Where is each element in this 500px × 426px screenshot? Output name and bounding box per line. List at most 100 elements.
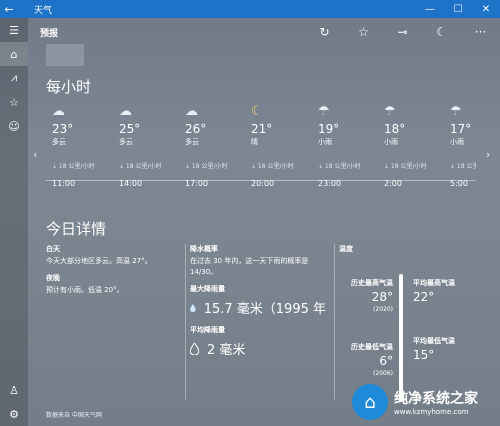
hour-temp: 21° xyxy=(251,122,273,136)
settings-icon[interactable]: ⚙ xyxy=(0,402,28,426)
scroll-left-icon[interactable]: ‹ xyxy=(33,148,37,161)
hour-item[interactable]: ☁ 26° 多云 ⇣ 18 公里/小时 17:00 xyxy=(185,104,245,188)
avg-low: 平均最低气温 15° xyxy=(413,336,455,362)
title-bar: ← 天气 — ☐ ✕ xyxy=(0,0,500,18)
avg-high: 平均最高气温 22° xyxy=(413,278,455,304)
day-label: 白天 xyxy=(46,245,60,253)
hist-low-label: 历史最低气温 xyxy=(351,343,393,351)
hour-condition: 晴 xyxy=(251,138,258,146)
home-icon[interactable]: ⌂ xyxy=(0,42,28,66)
watermark-name: 纯净系统之家 xyxy=(394,391,478,407)
raindrop-icon xyxy=(190,342,199,355)
hour-item[interactable]: ☾ 21° 晴 ⇣ 18 公里/小时 20:00 xyxy=(251,104,311,188)
temp-label: 温度 xyxy=(339,245,353,253)
hour-wind: ⇣ 18 公里/小时 xyxy=(185,163,228,170)
hour-temp: 25° xyxy=(119,122,141,136)
data-source: 数据来自 中国天气网 xyxy=(46,412,102,419)
avg-low-label: 平均最低气温 xyxy=(413,337,455,345)
temperature-column: 温度 历史最高气温 28° (2020) 平均最高气温 22° 历史最低气温 6… xyxy=(334,244,471,402)
precipitation-column: 降水概率 在过去 30 年内，这一天下雨的概率是 14/30。 最大降雨量 15… xyxy=(185,244,326,400)
precip-text: 在过去 30 年内，这一天下雨的概率是 14/30。 xyxy=(190,257,309,276)
hist-low-year: (2006) xyxy=(373,370,393,377)
hist-high: 历史最高气温 28° (2020) xyxy=(339,278,393,313)
avg-rain-label: 平均降雨量 xyxy=(190,326,225,334)
app-title: 天气 xyxy=(34,5,53,16)
hour-condition: 多云 xyxy=(119,138,133,146)
hour-temp: 26° xyxy=(185,122,207,136)
hour-temp: 23° xyxy=(52,122,74,136)
refresh-icon[interactable]: ↻ xyxy=(305,25,344,39)
favorite-icon[interactable]: ☆ xyxy=(344,25,383,39)
dark-mode-icon[interactable]: ☾ xyxy=(422,25,461,39)
hour-wind: ⇣ 18 公里/小时 xyxy=(450,163,476,170)
hist-low: 历史最低气温 6° (2006) xyxy=(339,342,393,377)
day-night-column: 白天 今天大部分地区多云。高温 27°。 夜晚 预计有小雨。低温 20°。 xyxy=(46,244,178,400)
hist-low-value: 6° xyxy=(379,354,393,368)
window-controls: — ☐ ✕ xyxy=(416,4,500,15)
maximize-button[interactable]: ☐ xyxy=(444,4,472,15)
hourly-divider xyxy=(46,180,476,181)
precip-label: 降水概率 xyxy=(190,245,218,253)
watermark-url: www.kzmyhome.com xyxy=(394,408,469,416)
hour-item[interactable]: ☁ 25° 多云 ⇣ 18 公里/小时 14:00 xyxy=(119,104,179,188)
hour-wind: ⇣ 18 公里/小时 xyxy=(318,163,361,170)
watermark-logo-icon: ⌂ xyxy=(352,384,388,420)
avg-rain: 2 毫米 xyxy=(190,339,326,358)
weather-icon: ☂ xyxy=(450,104,462,119)
hour-temp: 19° xyxy=(318,122,340,136)
hour-temp: 17° xyxy=(450,122,472,136)
account-icon[interactable]: ♙ xyxy=(0,378,28,402)
hour-wind: ⇣ 18 公里/小时 xyxy=(119,163,162,170)
watermark: ⌂ 纯净系统之家 www.kzmyhome.com xyxy=(352,380,498,424)
hist-high-value: 28° xyxy=(371,290,393,304)
day-text: 今天大部分地区多云。高温 27°。 xyxy=(46,257,152,265)
hour-item[interactable]: ☁ 23° 多云 ⇣ 18 公里/小时 11:00 xyxy=(52,104,112,188)
night-label: 夜晚 xyxy=(46,274,60,282)
favorites-icon[interactable]: ☆ xyxy=(0,90,28,114)
weather-icon: ☁ xyxy=(185,104,198,119)
hour-condition: 小雨 xyxy=(450,138,464,146)
hist-high-year: (2020) xyxy=(373,306,393,313)
hour-temp: 18° xyxy=(384,122,406,136)
hour-item[interactable]: ☂ 19° 小雨 ⇣ 18 公里/小时 23:00 xyxy=(318,104,378,188)
watermark-text: 纯净系统之家 www.kzmyhome.com xyxy=(388,388,478,416)
night-text: 预计有小雨。低温 20°。 xyxy=(46,286,124,294)
weather-icon: ☂ xyxy=(318,104,330,119)
forecast-card-stub xyxy=(46,44,84,66)
hour-wind: ⇣ 18 公里/小时 xyxy=(251,163,294,170)
avg-high-label: 平均最高气温 xyxy=(413,279,455,287)
avg-rain-value: 2 毫米 xyxy=(207,343,246,358)
sidebar: ☰ ⌂ ⩘ ☆ ☺ ♙ ⚙ xyxy=(0,18,28,426)
max-rain-value: 15.7 毫米（1995 年 xyxy=(203,302,326,317)
minimize-button[interactable]: — xyxy=(416,4,444,15)
avg-high-value: 22° xyxy=(413,290,435,304)
toolbar-actions: ↻ ☆ ⊸ ☾ ··· xyxy=(305,25,500,39)
hour-condition: 多云 xyxy=(52,138,66,146)
scroll-right-icon[interactable]: › xyxy=(486,148,490,161)
hour-condition: 小雨 xyxy=(318,138,332,146)
close-button[interactable]: ✕ xyxy=(472,4,500,15)
max-rain: 15.7 毫米（1995 年 xyxy=(190,298,326,317)
max-rain-label: 最大降雨量 xyxy=(190,285,225,293)
back-icon[interactable]: ← xyxy=(0,3,18,16)
news-icon[interactable]: ☺ xyxy=(0,114,28,138)
today-heading: 今日详情 xyxy=(46,220,107,238)
weather-icon: ☂ xyxy=(384,104,396,119)
hour-item[interactable]: ☂ 18° 小雨 ⇣ 18 公里/小时 2:00 xyxy=(384,104,444,188)
hour-condition: 小雨 xyxy=(384,138,398,146)
weather-icon: ☁ xyxy=(119,104,132,119)
hourly-list: ☁ 23° 多云 ⇣ 18 公里/小时 11:00 ☁ 25° 多云 ⇣ 18 … xyxy=(46,104,476,198)
raindrop-icon xyxy=(190,303,196,312)
hour-item[interactable]: ☂ 17° 小雨 ⇣ 18 公里/小时 5:00 xyxy=(450,104,476,188)
hour-wind: ⇣ 18 公里/小时 xyxy=(384,163,427,170)
weather-icon: ☁ xyxy=(52,104,65,119)
hist-high-label: 历史最高气温 xyxy=(351,279,393,287)
page-title: 预报 xyxy=(40,28,59,39)
maps-icon[interactable]: ⩘ xyxy=(0,66,28,90)
pin-icon[interactable]: ⊸ xyxy=(383,25,422,39)
menu-icon[interactable]: ☰ xyxy=(0,18,28,42)
hourly-heading: 每小时 xyxy=(46,78,92,96)
more-icon[interactable]: ··· xyxy=(461,25,500,39)
avg-low-value: 15° xyxy=(413,348,435,362)
hour-wind: ⇣ 18 公里/小时 xyxy=(52,163,95,170)
